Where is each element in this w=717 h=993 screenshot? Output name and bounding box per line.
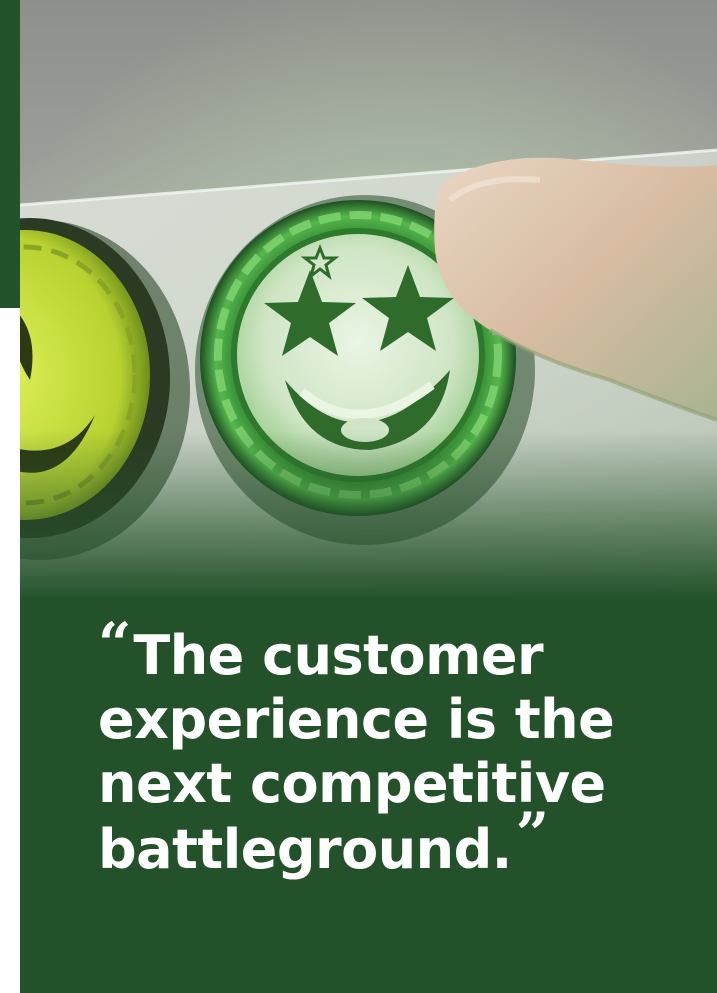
- open-quote-mark: “: [98, 610, 131, 678]
- close-quote-mark: ”: [515, 800, 549, 868]
- hero-photo: [20, 0, 717, 600]
- quote-text: “The customer experience is the next com…: [98, 612, 698, 882]
- green-side-strip: [0, 0, 20, 308]
- quote-card: “The customer experience is the next com…: [20, 0, 717, 993]
- page: “The customer experience is the next com…: [0, 0, 717, 993]
- photo-illustration: [20, 0, 717, 600]
